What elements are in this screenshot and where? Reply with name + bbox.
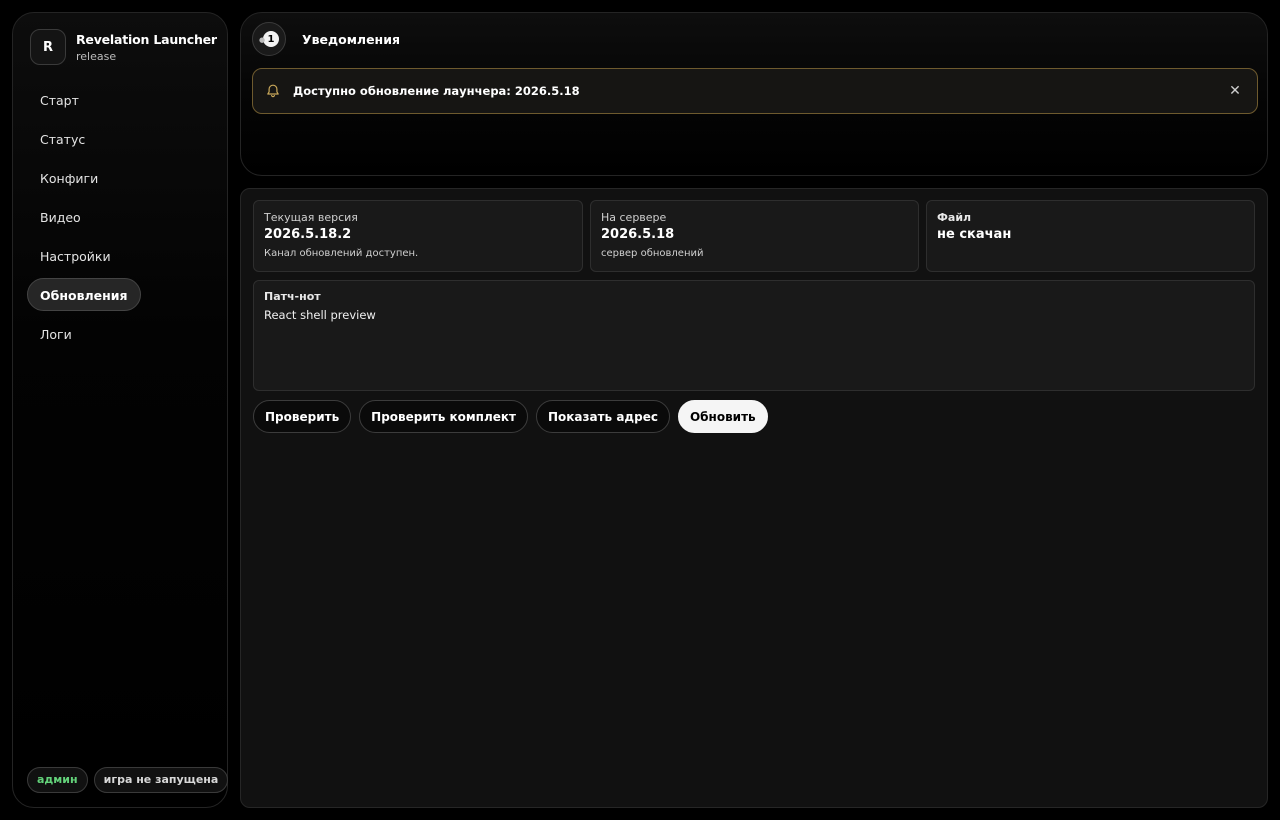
launcher-window: R Revelation Launcher release Старт Стат… [0, 0, 1280, 820]
brand: R Revelation Launcher release [30, 29, 217, 65]
update-actions: Проверить Проверить комплект Показать ад… [253, 400, 768, 433]
bell-icon [267, 84, 279, 98]
sidebar-item-status[interactable]: Статус [27, 122, 98, 155]
close-icon[interactable]: ✕ [1227, 83, 1243, 99]
current-version-sub: Канал обновлений доступен. [264, 248, 419, 259]
notifications-title: Уведомления [302, 31, 400, 47]
role-chip: админ [27, 767, 88, 793]
sidebar-item-updates[interactable]: Обновления [27, 278, 141, 311]
patch-notes-title: Патч-нот [264, 290, 321, 303]
app-channel: release [76, 49, 117, 63]
sidebar-item-video[interactable]: Видео [27, 200, 94, 233]
server-version-label: На сервере [601, 211, 667, 224]
check-button[interactable]: Проверить [253, 400, 352, 433]
update-button[interactable]: Обновить [677, 400, 768, 433]
sidebar-item-configs[interactable]: Конфиги [27, 161, 111, 194]
show-address-button[interactable]: Показать адрес [536, 400, 670, 433]
update-alert: Доступно обновление лаунчера: 2026.5.18 … [252, 68, 1258, 114]
sidebar: R Revelation Launcher release Старт Стат… [12, 12, 229, 808]
sidebar-item-settings[interactable]: Настройки [27, 239, 124, 272]
app-logo: R [30, 29, 66, 65]
sidebar-footer: админ игра не запущена [27, 767, 229, 793]
file-status-label: Файл [937, 211, 972, 224]
file-status-card: Файл не скачан [926, 200, 1255, 272]
current-version-label: Текущая версия [264, 211, 358, 224]
current-version-value: 2026.5.18.2 [264, 227, 352, 242]
notifications-header: ● 1 Уведомления [252, 22, 400, 56]
updates-panel: Текущая версия 2026.5.18.2 Канал обновле… [240, 188, 1268, 808]
bell-icon: ● [259, 36, 266, 44]
app-title: Revelation Launcher [76, 31, 217, 47]
server-version-sub: сервер обновлений [601, 248, 704, 259]
alert-message: Доступно обновление лаунчера: 2026.5.18 [293, 84, 580, 98]
notifications-panel: ● 1 Уведомления Доступно обновление лаун… [240, 12, 1268, 176]
file-status-value: не скачан [937, 227, 1012, 242]
server-version-value: 2026.5.18 [601, 227, 675, 242]
server-version-card: На сервере 2026.5.18 сервер обновлений [590, 200, 919, 272]
notification-count-badge: 1 [263, 31, 279, 47]
check-bundle-button[interactable]: Проверить комплект [359, 400, 528, 433]
notifications-toggle[interactable]: ● 1 [252, 22, 286, 56]
patch-notes-text: React shell preview [264, 308, 376, 322]
sidebar-item-start[interactable]: Старт [27, 83, 92, 116]
sidebar-item-logs[interactable]: Логи [27, 317, 85, 350]
sidebar-nav: Старт Статус Конфиги Видео Настройки Обн… [27, 83, 141, 356]
patch-notes-card: Патч-нот React shell preview [253, 280, 1255, 391]
game-status-chip: игра не запущена [93, 767, 229, 793]
current-version-card: Текущая версия 2026.5.18.2 Канал обновле… [253, 200, 583, 272]
